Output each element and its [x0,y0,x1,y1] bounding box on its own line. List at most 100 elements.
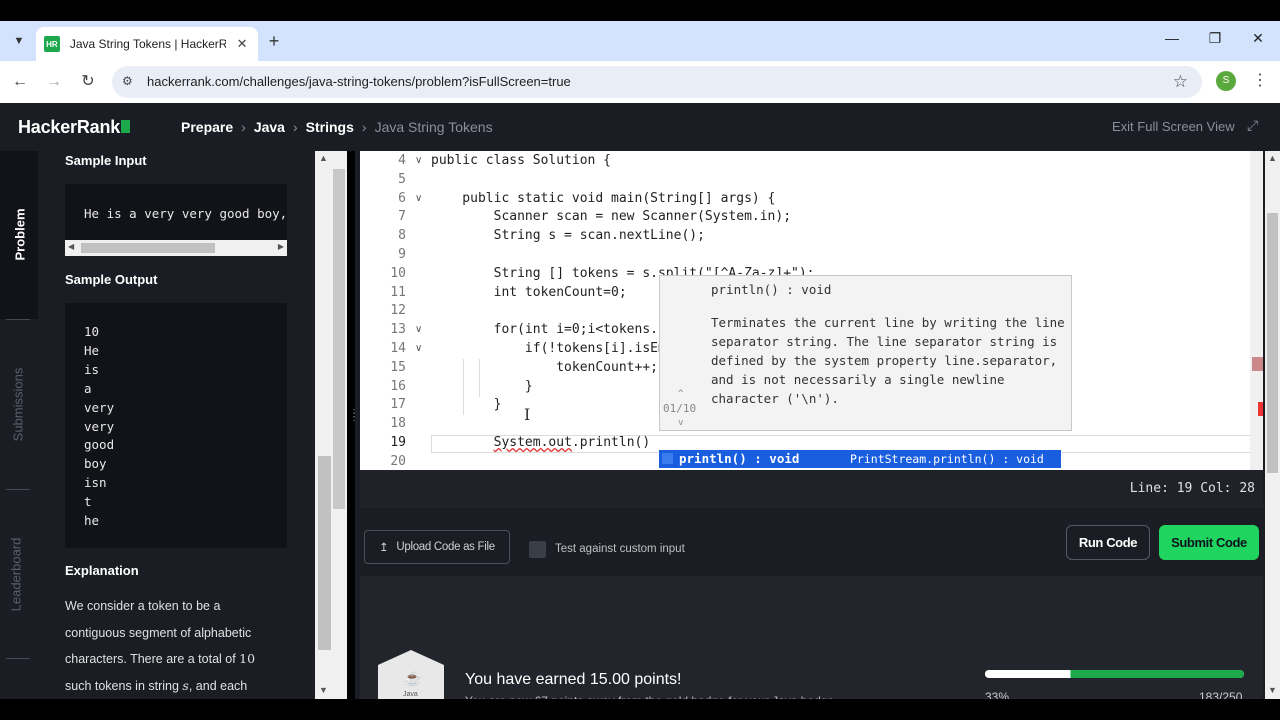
sample-output-box: 10 He is a very very good boy isn t he [65,303,287,548]
chevron-down-icon[interactable]: v [678,418,683,428]
output-line: he [84,513,100,529]
exit-full-screen-link[interactable]: Exit Full Screen View [1112,119,1235,134]
upload-code-button[interactable]: ↥ Upload Code as File [364,530,510,564]
new-tab-plus-icon[interactable]: + [264,31,284,52]
tab-submissions-label: Submissions [10,367,26,442]
restore-icon[interactable]: ❐ [1205,30,1225,47]
explanation-part: , and each [188,678,248,693]
breadcrumb-current: Java String Tokens [374,119,493,135]
suggestion-detail: PrintStream.println() : void [850,452,1044,466]
problem-scrollbar[interactable]: ▲ ▼ [315,151,347,699]
chevron-right-icon: › [292,119,298,135]
line-number: 10 [390,265,406,281]
browser-tab[interactable]: HR Java String Tokens | HackerRank ✕ [36,27,258,61]
custom-input-label[interactable]: Test against custom input [555,543,685,555]
breadcrumb-strings[interactable]: Strings [306,119,354,135]
progress-fill [985,670,1244,678]
breadcrumb-java[interactable]: Java [254,119,285,135]
breadcrumb-prepare[interactable]: Prepare [181,119,233,135]
logo-block-icon [121,120,131,133]
scrollbar-thumb[interactable] [81,243,215,253]
bookmark-star-icon[interactable]: ☆ [1173,72,1188,92]
tab-close-icon[interactable]: ✕ [234,36,250,52]
output-line: 10 [84,324,100,339]
output-line: very [84,418,115,434]
explanation-number: 10 [239,651,256,666]
custom-input-checkbox[interactable] [529,541,546,558]
scroll-up-icon[interactable]: ▲ [1268,153,1277,163]
chevron-right-icon: › [361,119,367,135]
minimize-icon[interactable]: — [1162,30,1182,46]
code-line: int tokenCount=0; [431,284,627,300]
output-line: He [84,342,100,358]
exit-full-screen-icon[interactable]: ⤢ [1247,117,1258,134]
reload-icon[interactable]: ↻ [77,71,99,93]
breadcrumb: Prepare › Java › Strings › Java String T… [181,119,493,135]
tab-problem[interactable]: Problem [0,151,38,319]
sample-output-heading: Sample Output [65,272,158,287]
chevron-up-icon[interactable]: ^ [678,389,683,399]
line-number: 7 [398,209,406,225]
sample-input-text: He is a very very good boy, isn't he? [84,206,287,221]
fold-chevron-icon[interactable]: ∨ [415,343,422,354]
autocomplete-suggestion[interactable]: println() : void PrintStream.println() :… [659,450,1061,468]
screen: ▼ HR Java String Tokens | HackerRank ✕ +… [0,0,1280,720]
code-line: Scanner scan = new Scanner(System.in); [431,209,792,225]
tab-search-chevron-icon[interactable]: ▼ [8,30,30,52]
profile-avatar[interactable]: S [1216,71,1236,91]
progress-points: 183/250 [1199,690,1243,699]
logo-text: HackerRank [18,117,121,137]
scrollbar-thumb[interactable] [1267,213,1278,473]
vertical-tabs: Problem Submissions Leaderboard [0,151,38,699]
window-close-icon[interactable]: ✕ [1248,30,1268,47]
chevron-right-icon: › [241,119,246,135]
tooltip-counter: 01/10 [663,402,697,415]
line-number: 18 [390,416,406,432]
submit-code-button[interactable]: Submit Code [1159,525,1259,560]
scroll-down-icon[interactable]: ▼ [1268,685,1277,695]
scroll-marker [1252,357,1263,371]
editor-scrollbar[interactable] [1250,151,1263,470]
scroll-up-icon[interactable]: ▲ [319,153,328,163]
site-info-icon[interactable]: ⚙ [122,74,133,88]
hackerrank-logo[interactable]: HackerRank [18,117,131,138]
scroll-down-icon[interactable]: ▼ [319,685,328,695]
line-number: 17 [390,397,406,413]
line-col-indicator: Line: 19 Col: 28 [1129,481,1255,496]
code-line: public static void main(String[] args) { [431,190,776,206]
fold-chevron-icon[interactable]: ∨ [415,193,422,204]
explanation-part: such tokens in string [65,678,183,693]
code-line: tokenCount++; [431,359,658,375]
address-bar[interactable]: ⚙ hackerrank.com/challenges/java-string-… [112,66,1202,98]
site-header: HackerRank Prepare › Java › Strings › Ja… [0,103,1280,151]
sample-input-scrollbar[interactable]: ◀ ▶ [65,240,287,256]
tab-leaderboard[interactable]: Leaderboard [0,491,38,659]
forward-arrow-icon[interactable]: → [43,71,65,93]
page-scrollbar[interactable]: ▲ ▼ [1265,151,1280,699]
sample-input-heading: Sample Input [65,153,147,168]
line-number: 20 [390,453,406,469]
run-code-button[interactable]: Run Code [1066,525,1150,560]
editor-status-bar: Line: 19 Col: 28 [360,470,1263,508]
line-number: 14 [390,341,406,356]
scrollbar-track[interactable] [333,169,345,509]
browser-menu-icon[interactable]: ⋮ [1252,70,1268,90]
output-line: very [84,399,115,415]
scroll-left-icon[interactable]: ◀ [68,242,74,251]
line-number: 6 [398,190,406,206]
back-arrow-icon[interactable]: ← [9,71,31,93]
code-line: System.out.println() [431,435,651,450]
browser-tab-strip: ▼ HR Java String Tokens | HackerRank ✕ + [0,21,1280,61]
scroll-right-icon[interactable]: ▶ [278,242,284,251]
line-number: 19 [390,435,406,450]
code-line: } [431,397,502,413]
fold-chevron-icon[interactable]: ∨ [415,324,422,335]
scrollbar-thumb[interactable] [318,456,331,650]
fold-chevron-icon[interactable]: ∨ [415,155,422,166]
line-number: 15 [390,359,406,375]
badge-progress-bar [985,670,1244,678]
code-line: public class Solution { [431,153,612,168]
code-part [431,435,494,450]
tab-submissions[interactable]: Submissions [0,321,38,489]
output-line: a [84,380,92,396]
